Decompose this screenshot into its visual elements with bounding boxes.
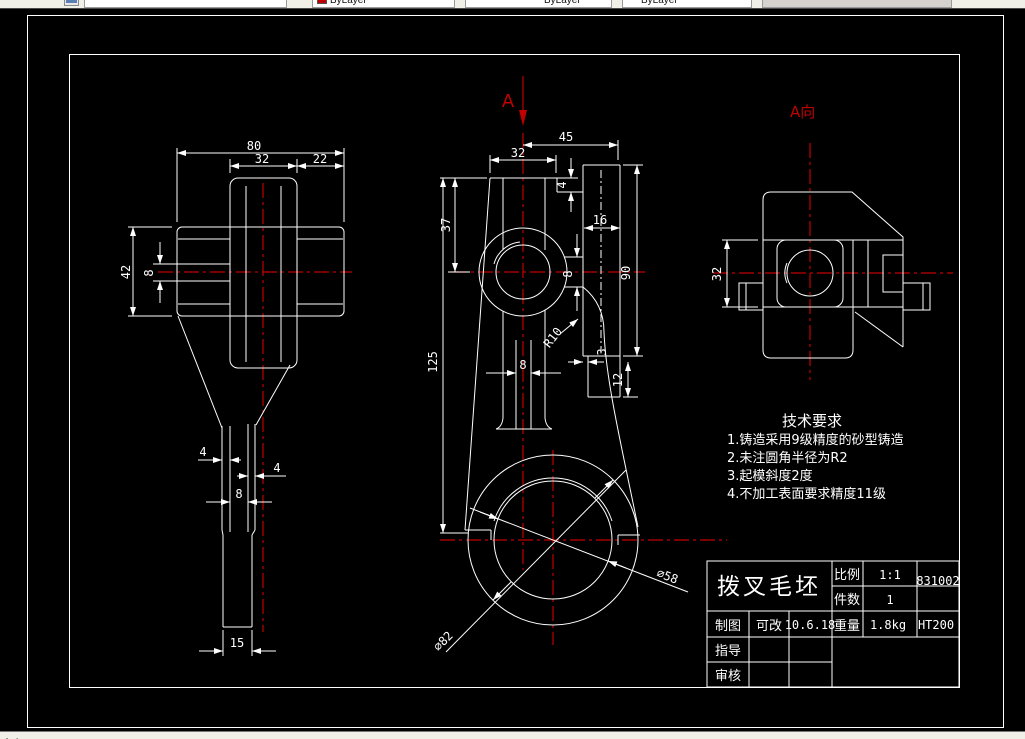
section-label-a: A bbox=[502, 91, 515, 112]
dim-front-12: 12 bbox=[611, 373, 625, 387]
dim-left-4-r: 4 bbox=[273, 461, 280, 475]
linetype-dropdown-value: ByLayer bbox=[544, 0, 581, 6]
dim-right-32: 32 bbox=[710, 267, 724, 281]
front-view: A 45 32 37 125 4 16 8 90 3 12 8 R10 ∅58 … bbox=[426, 76, 727, 654]
tech-title: 技术要求 bbox=[782, 412, 842, 430]
weight-value: 1.8kg bbox=[870, 618, 906, 632]
dim-left-8-stem: 8 bbox=[235, 487, 242, 501]
tech-item-2: 2.未注圆角半径为R2 bbox=[727, 451, 848, 466]
scale-value: 1:1 bbox=[879, 568, 901, 582]
dim-left-32: 32 bbox=[255, 152, 269, 166]
material: HT200 bbox=[918, 618, 954, 632]
dim-front-d82: ∅82 bbox=[431, 629, 456, 654]
dim-left-8-web: 8 bbox=[142, 269, 156, 276]
dim-front-8-stem: 8 bbox=[519, 358, 526, 372]
layer-dropdown[interactable] bbox=[84, 0, 287, 8]
qty-value: 1 bbox=[886, 593, 893, 607]
weight-label: 重量 bbox=[834, 618, 860, 634]
tech-item-4: 4.不加工表面要求精度11级 bbox=[727, 486, 886, 502]
dim-front-16: 16 bbox=[593, 213, 607, 227]
dim-front-32: 32 bbox=[511, 146, 525, 160]
linetype-dropdown[interactable]: ByLayer bbox=[465, 0, 612, 8]
drawn-label: 制图 bbox=[715, 619, 741, 634]
checker-label: 审核 bbox=[715, 669, 741, 684]
dim-left-22: 22 bbox=[313, 152, 327, 166]
dim-front-3: 3 bbox=[595, 348, 609, 355]
title-block: 拨叉毛坯 比例 1:1 831002 件数 1 制图 可改 10.6.18 重量… bbox=[706, 560, 960, 688]
lineweight-dropdown[interactable]: ByLayer bbox=[622, 0, 752, 8]
color-dropdown[interactable]: ByLayer bbox=[312, 0, 455, 8]
dim-front-d58: ∅58 bbox=[655, 566, 680, 587]
dim-left-15: 15 bbox=[230, 636, 244, 650]
statusbar-strip: 命令: bbox=[0, 731, 1025, 739]
tech-item-3: 3.起模斜度2度 bbox=[727, 468, 813, 484]
dim-front-45: 45 bbox=[559, 130, 573, 144]
advisor-label: 指导 bbox=[715, 644, 741, 659]
scale-label: 比例 bbox=[834, 568, 860, 583]
part-name: 拨叉毛坯 bbox=[717, 574, 821, 600]
tech-item-1: 1.铸造采用9级精度的砂型铸造 bbox=[727, 432, 904, 448]
section-arrow-icon bbox=[519, 110, 527, 126]
command-line-fragment[interactable]: 命令: bbox=[2, 735, 25, 739]
plotstyle-dropdown[interactable] bbox=[762, 0, 952, 8]
color-swatch-icon bbox=[317, 0, 327, 4]
dim-front-r10: R10 bbox=[541, 325, 565, 351]
dim-left-80: 80 bbox=[247, 139, 261, 153]
dim-left-4-l: 4 bbox=[199, 445, 206, 459]
dim-front-8-neck: 8 bbox=[561, 270, 575, 277]
lineweight-dropdown-value: ByLayer bbox=[641, 0, 678, 6]
cad-canvas[interactable]: 80 32 22 42 8 4 4 8 15 A 45 32 37 125 4 … bbox=[0, 9, 1025, 731]
dim-front-125: 125 bbox=[426, 351, 440, 373]
dim-front-90: 90 bbox=[619, 266, 633, 280]
dim-front-4: 4 bbox=[555, 181, 569, 188]
drawing-number: 831002 bbox=[916, 574, 959, 588]
view-label-a: A向 bbox=[790, 103, 815, 121]
right-view: A向 32 bbox=[710, 103, 953, 380]
toolbar-strip: ByLayer ByLayer ByLayer bbox=[0, 0, 1025, 9]
drawn-by: 可改 bbox=[756, 619, 782, 634]
qty-label: 件数 bbox=[834, 593, 860, 608]
left-view: 80 32 22 42 8 4 4 8 15 bbox=[119, 139, 352, 656]
dim-front-37: 37 bbox=[439, 218, 453, 232]
dim-left-42: 42 bbox=[119, 265, 133, 279]
date: 10.6.18 bbox=[785, 618, 836, 632]
tech-requirements: 技术要求 1.铸造采用9级精度的砂型铸造 2.未注圆角半径为R2 3.起模斜度2… bbox=[727, 412, 904, 502]
layers-icon[interactable] bbox=[64, 0, 79, 6]
color-dropdown-value: ByLayer bbox=[330, 0, 367, 6]
